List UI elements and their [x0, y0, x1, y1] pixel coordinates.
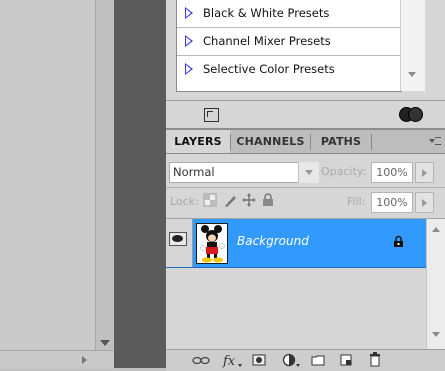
scroll-right-arrow-icon[interactable]: [82, 356, 87, 364]
layer-visibility-toggle[interactable]: [166, 219, 193, 267]
fill-input[interactable]: 100%: [371, 192, 413, 213]
layer-row-background[interactable]: Background: [166, 219, 426, 268]
return-to-list-icon[interactable]: [204, 108, 219, 122]
opacity-label: Opacity:: [321, 165, 367, 178]
new-layer-icon[interactable]: [340, 354, 352, 366]
blend-mode-value: Normal: [173, 165, 215, 179]
add-layer-mask-icon[interactable]: [252, 354, 266, 366]
presets-scrollbar[interactable]: [400, 0, 425, 91]
tab-layers[interactable]: LAYERS: [166, 130, 230, 153]
adjustments-panel: Black & White Presets Channel Mixer Pres…: [166, 0, 445, 100]
layer-name[interactable]: Background: [237, 234, 309, 248]
lock-position-icon[interactable]: [242, 193, 256, 207]
divider: [166, 187, 445, 188]
panel-tabs: LAYERS CHANNELS PATHS: [166, 130, 445, 154]
scroll-down-arrow-icon[interactable]: [100, 340, 110, 346]
lock-image-pixels-icon[interactable]: [223, 193, 237, 207]
adjustment-layer-icon[interactable]: [282, 353, 300, 367]
adjustments-bottom-bar: [166, 100, 445, 128]
tab-paths[interactable]: PATHS: [311, 130, 371, 153]
tab-channels[interactable]: CHANNELS: [231, 130, 310, 153]
expand-triangle-icon[interactable]: [185, 35, 193, 47]
blend-mode-select[interactable]: Normal: [169, 162, 319, 183]
chevron-down-icon[interactable]: [298, 162, 319, 183]
scroll-down-arrow-icon[interactable]: [408, 72, 416, 77]
tab-divider: [371, 134, 372, 150]
eye-icon[interactable]: [169, 232, 187, 246]
canvas-vertical-scrollbar[interactable]: [95, 0, 115, 350]
expand-triangle-icon[interactable]: [185, 63, 193, 75]
preset-label: Selective Color Presets: [203, 62, 335, 76]
opacity-slider-button[interactable]: [415, 162, 434, 183]
scroll-down-arrow-icon[interactable]: [432, 332, 440, 337]
lock-all-icon[interactable]: [262, 193, 274, 207]
workspace-background: [114, 0, 166, 368]
link-layers-icon[interactable]: [192, 356, 210, 365]
layer-style-fx-icon[interactable]: fx: [222, 352, 242, 368]
layers-panel: LAYERS CHANNELS PATHS Normal Opacity: 10…: [166, 128, 445, 371]
fill-slider-button[interactable]: [415, 192, 434, 213]
preset-label: Black & White Presets: [203, 6, 330, 20]
svg-text:fx: fx: [222, 354, 236, 368]
trash-icon[interactable]: [369, 352, 381, 367]
layer-thumbnail: [196, 223, 228, 264]
layers-scrollbar[interactable]: [426, 219, 445, 349]
panel-menu-icon[interactable]: [429, 137, 441, 146]
preset-item-black-white[interactable]: Black & White Presets: [177, 0, 401, 28]
preset-item-selective-color[interactable]: Selective Color Presets: [177, 56, 401, 83]
adjustment-presets-list: Black & White Presets Channel Mixer Pres…: [176, 0, 402, 92]
scroll-up-arrow-icon[interactable]: [432, 227, 440, 232]
mickey-thumbnail-icon: [200, 225, 225, 263]
preset-item-channel-mixer[interactable]: Channel Mixer Presets: [177, 28, 401, 56]
fill-label: Fill:: [347, 195, 366, 208]
expand-triangle-icon[interactable]: [185, 7, 193, 19]
lock-transparent-pixels-icon[interactable]: [203, 193, 217, 207]
opacity-input[interactable]: 100%: [371, 162, 413, 183]
lock-icon: [394, 235, 403, 247]
new-group-folder-icon[interactable]: [311, 354, 325, 366]
lock-label: Lock:: [170, 195, 199, 208]
canvas-horizontal-scrollbar[interactable]: [0, 350, 114, 369]
clip-to-layer-icon[interactable]: [399, 107, 425, 122]
preset-label: Channel Mixer Presets: [203, 34, 331, 48]
